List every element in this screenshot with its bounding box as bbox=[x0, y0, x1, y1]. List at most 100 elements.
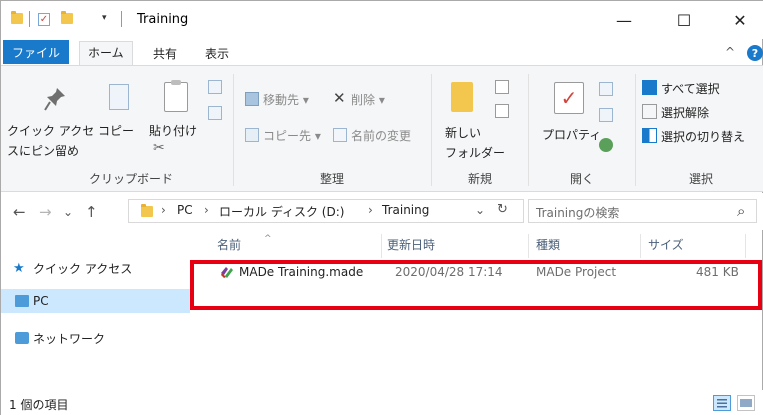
breadcrumb-local-disk[interactable]: ローカル ディスク (D:) bbox=[219, 203, 344, 220]
group-separator bbox=[635, 74, 636, 186]
column-divider[interactable] bbox=[381, 234, 382, 258]
sort-ascending-icon: ^ bbox=[264, 234, 272, 244]
delete-label: 削除 bbox=[351, 93, 376, 107]
pin-icon bbox=[44, 88, 65, 111]
new-folder-quick-icon[interactable] bbox=[61, 11, 73, 24]
column-header-type[interactable]: 種類 bbox=[536, 236, 560, 253]
collapse-ribbon-icon[interactable]: ^ bbox=[725, 45, 735, 59]
group-label-new: 新規 bbox=[467, 172, 492, 186]
address-bar[interactable]: › PC › ローカル ディスク (D:) › Training ⌄ ↻ bbox=[128, 199, 524, 223]
search-box[interactable]: Trainingの検索 ⌕ bbox=[528, 199, 757, 223]
search-icon[interactable]: ⌕ bbox=[737, 202, 745, 220]
minimize-button[interactable]: — bbox=[601, 1, 647, 39]
address-dropdown-icon[interactable]: ⌄ bbox=[475, 203, 485, 217]
status-bar: 1 個の項目 bbox=[1, 390, 763, 415]
breadcrumb-separator: › bbox=[204, 203, 209, 217]
tab-home[interactable]: ホーム bbox=[79, 41, 133, 65]
table-row[interactable]: MADe Training.made 2020/04/28 17:14 MADe… bbox=[191, 260, 763, 286]
computer-icon bbox=[15, 295, 29, 307]
breadcrumb-separator: › bbox=[368, 203, 373, 217]
forward-button[interactable]: → bbox=[39, 203, 52, 221]
separator bbox=[121, 11, 122, 27]
copy-path-icon[interactable] bbox=[208, 80, 222, 94]
breadcrumb-training[interactable]: Training bbox=[382, 203, 429, 217]
refresh-icon[interactable]: ↻ bbox=[497, 202, 508, 217]
nav-item-quick-access[interactable]: ★ クイック アクセス bbox=[1, 256, 190, 280]
pin-label-line2: スにピン留め bbox=[7, 144, 80, 158]
new-folder-label-line1: 新しい bbox=[445, 126, 482, 140]
open-icon[interactable] bbox=[599, 82, 613, 96]
explorer-window: ✓ ▾ Training — ☐ ✕ ファイル ホーム 共有 表示 ^ ? クイ… bbox=[0, 0, 763, 415]
column-divider[interactable] bbox=[640, 234, 641, 258]
paste-button[interactable]: 貼り付け bbox=[149, 122, 197, 139]
group-separator bbox=[431, 74, 432, 186]
invert-selection-icon bbox=[642, 128, 657, 143]
recent-locations-button[interactable]: ⌄ bbox=[63, 205, 73, 219]
close-button[interactable]: ✕ bbox=[717, 1, 763, 39]
column-header-name[interactable]: 名前 ^ bbox=[217, 234, 272, 253]
column-divider[interactable] bbox=[528, 234, 529, 258]
new-folder-button[interactable]: 新しい フォルダー bbox=[445, 124, 505, 161]
nav-item-pc[interactable]: PC bbox=[1, 289, 190, 313]
delete-button[interactable]: 削除 ▾ bbox=[351, 91, 385, 108]
file-list: 名前 ^ 更新日時 種類 サイズ MADe Training.made 2020… bbox=[191, 230, 763, 390]
help-icon[interactable]: ? bbox=[747, 45, 763, 61]
column-header-size[interactable]: サイズ bbox=[648, 236, 684, 253]
cut-icon[interactable]: ✂ bbox=[153, 140, 165, 156]
breadcrumb-pc[interactable]: PC bbox=[177, 203, 193, 217]
new-item-icon[interactable] bbox=[495, 80, 509, 94]
new-folder-icon bbox=[451, 82, 473, 112]
properties-icon: ✓ bbox=[554, 82, 584, 114]
nav-item-label: クイック アクセス bbox=[33, 261, 133, 276]
maximize-button[interactable]: ☐ bbox=[661, 1, 707, 39]
copy-to-label: コピー先 bbox=[263, 129, 312, 143]
breadcrumb-separator: › bbox=[161, 203, 166, 217]
copy-icon bbox=[109, 84, 129, 110]
pin-to-quick-access-button[interactable]: クイック アクセ スにピン留め bbox=[7, 122, 94, 159]
copy-button[interactable]: コピー bbox=[98, 122, 134, 139]
select-all-icon bbox=[642, 80, 657, 95]
nav-item-label: ネットワーク bbox=[33, 331, 106, 346]
search-placeholder: Trainingの検索 bbox=[536, 206, 620, 220]
paste-shortcut-icon[interactable] bbox=[208, 106, 222, 120]
group-separator bbox=[233, 74, 234, 186]
separator bbox=[29, 11, 30, 27]
customize-quick-access-icon[interactable]: ▾ bbox=[102, 13, 107, 23]
details-view-button[interactable] bbox=[713, 395, 731, 411]
ribbon: クイック アクセ スにピン留め コピー 貼り付け ✂ クリップボード 移動先 ▾… bbox=[1, 65, 763, 192]
properties-quick-icon[interactable]: ✓ bbox=[38, 13, 50, 26]
move-to-button[interactable]: 移動先 ▾ bbox=[263, 91, 309, 108]
back-button[interactable]: ← bbox=[13, 203, 26, 221]
copy-to-button[interactable]: コピー先 ▾ bbox=[263, 127, 321, 144]
delete-icon: ✕ bbox=[333, 89, 346, 107]
title-bar: ✓ ▾ Training — ☐ ✕ bbox=[1, 1, 763, 39]
group-label-open: 開く bbox=[569, 172, 594, 186]
tab-share[interactable]: 共有 bbox=[145, 43, 185, 64]
rename-button[interactable]: 名前の変更 bbox=[351, 127, 411, 144]
select-none-button[interactable]: 選択解除 bbox=[661, 104, 709, 121]
select-all-button[interactable]: すべて選択 bbox=[661, 80, 720, 97]
file-type: MADe Project bbox=[536, 265, 617, 279]
details-view-icon bbox=[717, 399, 727, 408]
ribbon-tabs: ファイル ホーム 共有 表示 ^ ? bbox=[1, 39, 763, 65]
history-icon[interactable] bbox=[599, 138, 613, 152]
up-button[interactable]: ↑ bbox=[85, 203, 98, 221]
column-header-date[interactable]: 更新日時 bbox=[387, 236, 435, 253]
tab-file[interactable]: ファイル bbox=[3, 40, 69, 64]
group-separator bbox=[528, 74, 529, 186]
large-icons-view-button[interactable] bbox=[737, 395, 755, 411]
file-name: MADe Training.made bbox=[239, 265, 364, 279]
address-row: ← → ⌄ ↑ › PC › ローカル ディスク (D:) › Training… bbox=[1, 193, 763, 230]
invert-selection-button[interactable]: 選択の切り替え bbox=[661, 128, 745, 145]
nav-item-network[interactable]: ネットワーク bbox=[1, 326, 190, 350]
properties-button[interactable]: プロパティ bbox=[542, 126, 601, 143]
item-count: 1 個の項目 bbox=[9, 398, 69, 412]
navigation-pane: ★ クイック アクセス PC ネットワーク bbox=[1, 230, 191, 390]
edit-icon[interactable] bbox=[599, 108, 613, 122]
file-date: 2020/04/28 17:14 bbox=[395, 265, 503, 279]
easy-access-icon[interactable] bbox=[495, 104, 509, 118]
paste-icon bbox=[164, 80, 188, 112]
rename-icon bbox=[333, 128, 347, 142]
column-divider[interactable] bbox=[745, 234, 746, 258]
tab-view[interactable]: 表示 bbox=[197, 43, 237, 64]
